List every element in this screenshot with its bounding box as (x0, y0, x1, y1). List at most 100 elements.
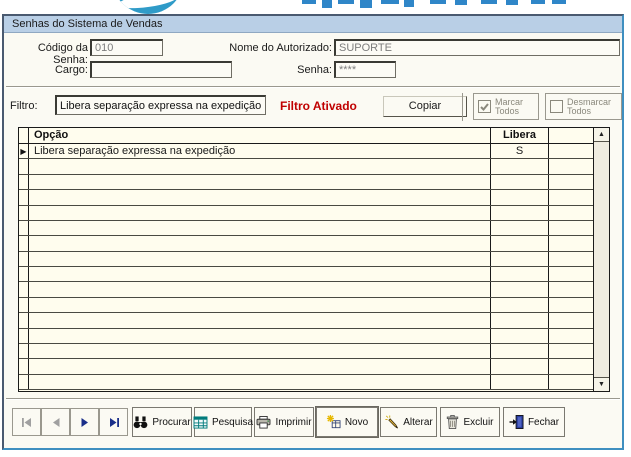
procurar-label: Procurar (152, 417, 190, 428)
procurar-button[interactable]: Procurar (132, 407, 192, 437)
table-row[interactable] (19, 282, 593, 297)
row-indicator-cell (19, 329, 29, 343)
row-indicator-cell (19, 298, 29, 312)
excluir-button[interactable]: Excluir (440, 407, 500, 437)
grid-cell-extra (549, 252, 593, 266)
filtro-label: Filtro: (10, 100, 50, 112)
row-indicator-cell (19, 313, 29, 327)
cargo-field[interactable] (90, 61, 232, 78)
grid-cell-extra (549, 329, 593, 343)
row-indicator-cell (19, 190, 29, 204)
grid-cell-opcao (29, 206, 491, 220)
table-row[interactable] (19, 206, 593, 221)
trash-icon (446, 415, 459, 429)
fechar-button[interactable]: Fechar (503, 407, 565, 437)
excluir-label: Excluir (463, 417, 493, 428)
libera-column-header: Libera (491, 128, 549, 143)
grid-cell-opcao (29, 329, 491, 343)
copiar-button[interactable]: Copiar (383, 96, 467, 117)
opcao-column-header: Opção (29, 128, 491, 143)
row-indicator-cell (19, 175, 29, 189)
grid-cell-opcao (29, 236, 491, 250)
cargo-label: Cargo: (4, 64, 88, 76)
checked-checkbox-icon (478, 100, 491, 113)
marcar-line2: Todos (495, 106, 519, 116)
table-row[interactable] (19, 329, 593, 344)
table-row[interactable] (19, 313, 593, 328)
grid-cell-extra (549, 344, 593, 358)
senha-label: Senha: (224, 64, 332, 76)
grid-cell-opcao (29, 298, 491, 312)
grid-cell-libera (491, 329, 549, 343)
table-row[interactable] (19, 252, 593, 267)
grid-cell-extra (549, 313, 593, 327)
pesquisa-button[interactable]: Pesquisa (194, 407, 252, 437)
filtro-input[interactable] (55, 95, 266, 115)
grid-body: ▶Libera separação expressa na expediçãoS (19, 144, 593, 390)
grid-cell-libera (491, 221, 549, 235)
table-row[interactable] (19, 359, 593, 374)
grid-cell-libera (491, 252, 549, 266)
codigo-field[interactable] (90, 39, 163, 56)
table-row[interactable] (19, 221, 593, 236)
grid-header: Opção Libera (19, 128, 593, 144)
nav-first-button[interactable] (12, 408, 41, 436)
table-row[interactable] (19, 159, 593, 174)
grid-cell-opcao (29, 175, 491, 189)
grid-cell-extra (549, 190, 593, 204)
senhas-dialog: Senhas do Sistema de Vendas Código da Se… (2, 14, 624, 450)
nav-last-button[interactable] (99, 408, 128, 436)
row-indicator-cell (19, 236, 29, 250)
new-record-icon (326, 415, 341, 429)
novo-label: Novo (345, 417, 368, 428)
vertical-scrollbar[interactable]: ▲ ▼ (593, 128, 609, 391)
filter-separator (462, 93, 463, 121)
grid-cell-libera (491, 282, 549, 296)
grid-cell-libera: S (491, 144, 549, 158)
grid-cell-extra (549, 298, 593, 312)
grid-cell-opcao (29, 344, 491, 358)
next-record-icon (81, 418, 89, 427)
table-row[interactable]: ▶Libera separação expressa na expediçãoS (19, 144, 593, 159)
grid-cell-extra (549, 236, 593, 250)
senha-field[interactable] (334, 61, 396, 78)
grid-cell-libera (491, 159, 549, 173)
grid-cell-opcao (29, 159, 491, 173)
alterar-button[interactable]: Alterar (380, 407, 437, 437)
row-indicator-cell (19, 282, 29, 296)
scroll-up-icon[interactable]: ▲ (594, 128, 609, 142)
indicator-column-header (19, 128, 29, 143)
first-record-icon (22, 418, 32, 427)
dialog-title: Senhas do Sistema de Vendas (4, 16, 622, 33)
table-row[interactable] (19, 190, 593, 205)
options-grid[interactable]: Opção Libera ▶Libera separação expressa … (18, 127, 610, 392)
codigo-label: Código da Senha: (4, 42, 88, 66)
table-row[interactable] (19, 298, 593, 313)
grid-cell-libera (491, 267, 549, 281)
grid-cell-libera (491, 190, 549, 204)
nome-label: Nome do Autorizado: (224, 42, 332, 54)
desmarcar-line2: Todos (567, 106, 591, 116)
unchecked-checkbox-icon (550, 100, 563, 113)
novo-button[interactable]: Novo (316, 407, 378, 437)
row-indicator-cell (19, 252, 29, 266)
table-row[interactable] (19, 267, 593, 282)
scroll-down-icon[interactable]: ▼ (594, 377, 609, 391)
nav-previous-button[interactable] (41, 408, 70, 436)
binoculars-icon (133, 416, 148, 429)
table-row[interactable] (19, 344, 593, 359)
imprimir-button[interactable]: Imprimir (254, 407, 314, 437)
marcar-todos-button[interactable]: MarcarTodos (473, 93, 539, 120)
table-row[interactable] (19, 175, 593, 190)
exit-door-icon (509, 415, 524, 429)
grid-cell-extra (549, 221, 593, 235)
row-indicator-cell (19, 221, 29, 235)
nav-next-button[interactable] (70, 408, 99, 436)
row-indicator-cell (19, 375, 29, 389)
nome-field[interactable] (334, 39, 620, 56)
table-row[interactable] (19, 375, 593, 390)
desmarcar-todos-button[interactable]: DesmarcarTodos (545, 93, 622, 120)
grid-cell-libera (491, 344, 549, 358)
table-row[interactable] (19, 236, 593, 251)
row-indicator-cell (19, 159, 29, 173)
